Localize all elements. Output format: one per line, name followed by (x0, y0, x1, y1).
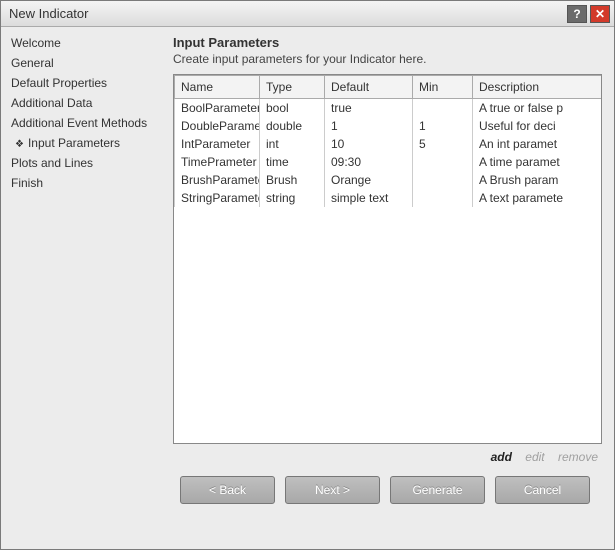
sidebar-item-input-parameters[interactable]: Input Parameters (5, 133, 165, 153)
table-row[interactable]: StringParameterstringsimple text A text p… (175, 189, 603, 207)
main-panel: Input Parameters Create input parameters… (169, 27, 614, 549)
table-row[interactable]: TimePrametertime09:30 A time paramet (175, 153, 603, 171)
cell-description: An int paramet (473, 135, 603, 153)
footer-buttons: < Back Next > Generate Cancel (173, 466, 602, 516)
cell-description: A true or false p (473, 99, 603, 118)
cancel-button[interactable]: Cancel (495, 476, 590, 504)
section-description: Create input parameters for your Indicat… (173, 52, 602, 66)
cell-description: Useful for deci (473, 117, 603, 135)
dialog-window: New Indicator ? ✕ Welcome General Defaul… (0, 0, 615, 550)
cell-type: double (260, 117, 325, 135)
cell-description: A text paramete (473, 189, 603, 207)
table-row[interactable]: DoubleParameterdouble11Useful for deci (175, 117, 603, 135)
wizard-sidebar: Welcome General Default Properties Addit… (1, 27, 169, 549)
add-action[interactable]: add (491, 450, 512, 464)
parameters-table-container: Name Type Default Min Description BoolPa… (173, 74, 602, 444)
cell-type: int (260, 135, 325, 153)
sidebar-item-additional-event-methods[interactable]: Additional Event Methods (5, 113, 165, 133)
table-row[interactable]: BoolParameterbooltrue A true or false p (175, 99, 603, 118)
col-header-name[interactable]: Name (175, 76, 260, 99)
cell-min (413, 189, 473, 207)
cell-name: StringParameter (175, 189, 260, 207)
row-actions: add edit remove (173, 444, 602, 466)
cell-min (413, 171, 473, 189)
cell-type: string (260, 189, 325, 207)
cell-default: true (325, 99, 413, 118)
cell-name: TimePrameter (175, 153, 260, 171)
sidebar-item-default-properties[interactable]: Default Properties (5, 73, 165, 93)
next-button[interactable]: Next > (285, 476, 380, 504)
cell-name: IntParameter (175, 135, 260, 153)
sidebar-item-additional-data[interactable]: Additional Data (5, 93, 165, 113)
cell-type: time (260, 153, 325, 171)
cell-description: A time paramet (473, 153, 603, 171)
cell-min (413, 99, 473, 118)
cell-name: DoubleParameter (175, 117, 260, 135)
cell-default: 10 (325, 135, 413, 153)
cell-min: 5 (413, 135, 473, 153)
sidebar-item-plots-and-lines[interactable]: Plots and Lines (5, 153, 165, 173)
edit-action[interactable]: edit (525, 450, 544, 464)
sidebar-item-welcome[interactable]: Welcome (5, 33, 165, 53)
cell-name: BoolParameter (175, 99, 260, 118)
col-header-description[interactable]: Description (473, 76, 603, 99)
cell-name: BrushParameter (175, 171, 260, 189)
cell-description: A Brush param (473, 171, 603, 189)
sidebar-item-general[interactable]: General (5, 53, 165, 73)
cell-default: 09:30 (325, 153, 413, 171)
cell-default: 1 (325, 117, 413, 135)
cell-type: bool (260, 99, 325, 118)
cell-min: 1 (413, 117, 473, 135)
help-button[interactable]: ? (567, 5, 587, 23)
section-heading: Input Parameters (173, 35, 602, 50)
parameters-table[interactable]: Name Type Default Min Description BoolPa… (174, 75, 602, 207)
col-header-default[interactable]: Default (325, 76, 413, 99)
close-button[interactable]: ✕ (590, 5, 610, 23)
col-header-type[interactable]: Type (260, 76, 325, 99)
generate-button[interactable]: Generate (390, 476, 485, 504)
cell-default: simple text (325, 189, 413, 207)
cell-type: Brush (260, 171, 325, 189)
cell-default: Orange (325, 171, 413, 189)
table-header-row: Name Type Default Min Description (175, 76, 603, 99)
col-header-min[interactable]: Min (413, 76, 473, 99)
cell-min (413, 153, 473, 171)
window-title: New Indicator (9, 6, 564, 21)
dialog-body: Welcome General Default Properties Addit… (1, 27, 614, 549)
title-bar: New Indicator ? ✕ (1, 1, 614, 27)
table-row[interactable]: BrushParameterBrushOrange A Brush param (175, 171, 603, 189)
back-button[interactable]: < Back (180, 476, 275, 504)
table-row[interactable]: IntParameterint105An int paramet (175, 135, 603, 153)
remove-action[interactable]: remove (558, 450, 598, 464)
sidebar-item-finish[interactable]: Finish (5, 173, 165, 193)
